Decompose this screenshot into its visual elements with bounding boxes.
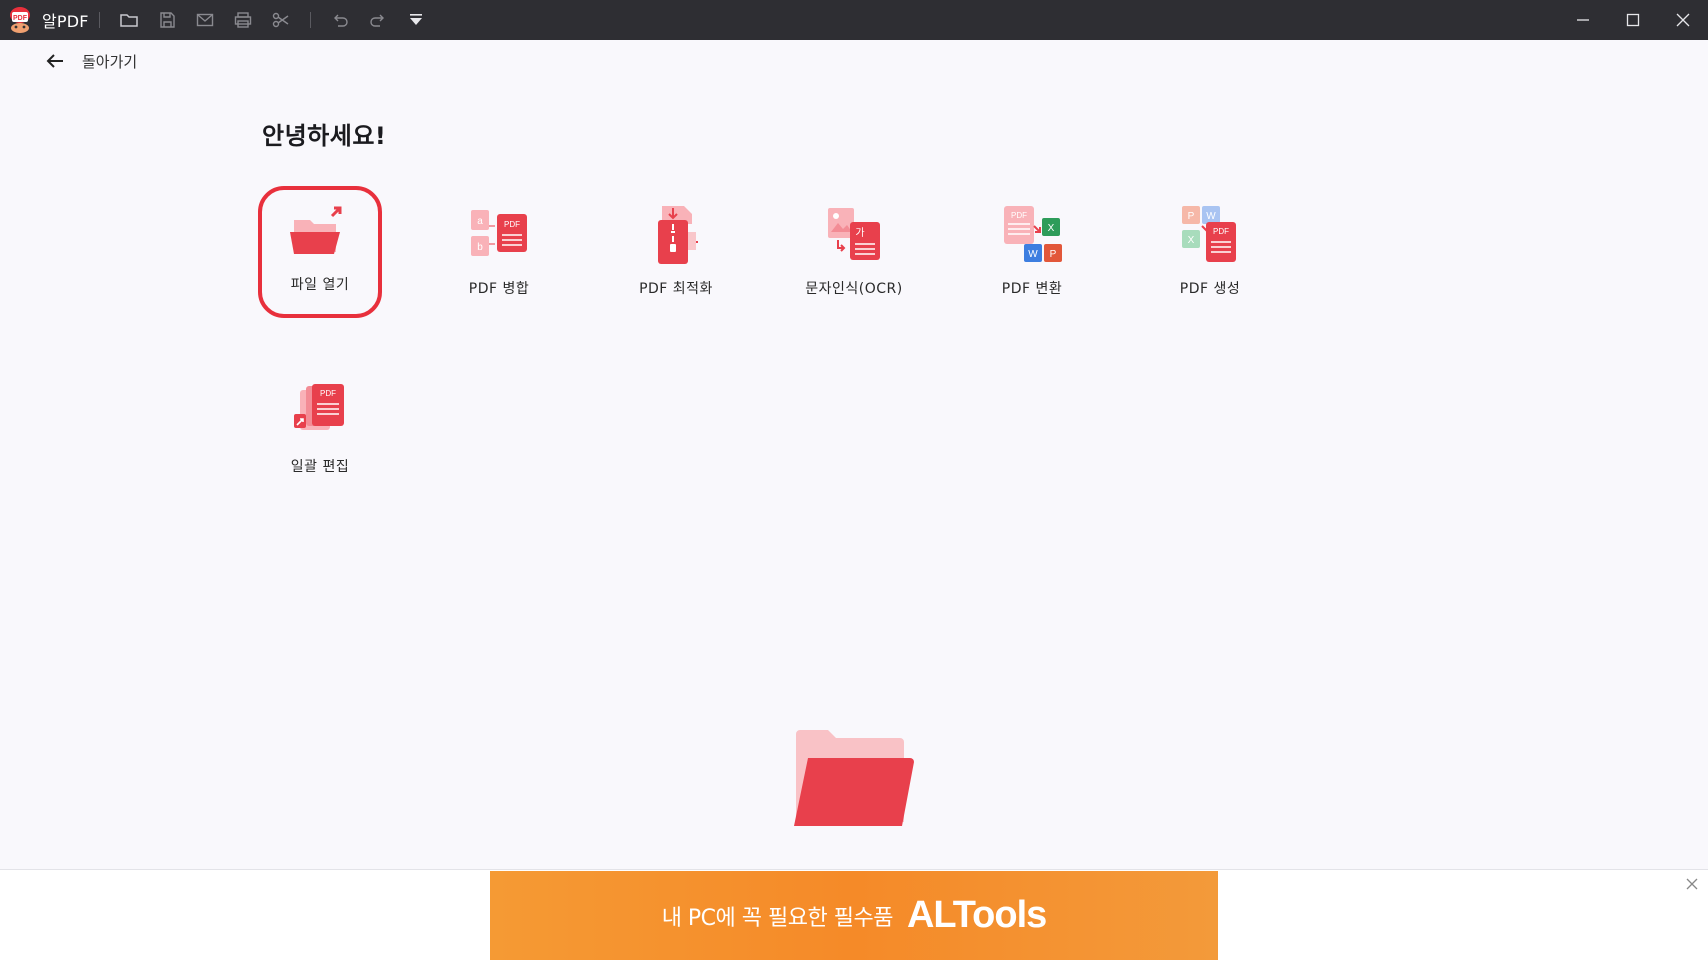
svg-text:PDF: PDF — [504, 220, 520, 229]
ad-brand: ALTools — [906, 894, 1047, 936]
undo-icon — [333, 14, 348, 27]
svg-text:PDF: PDF — [320, 389, 336, 398]
mail-icon — [196, 13, 213, 27]
print-icon — [234, 12, 251, 28]
redo-button[interactable] — [359, 0, 397, 40]
save-button[interactable] — [148, 0, 186, 40]
close-icon — [1686, 878, 1698, 890]
tool-label: PDF 생성 — [1179, 281, 1241, 297]
folder-icon — [119, 14, 138, 27]
ocr-icon: 가 — [828, 208, 880, 260]
tool-pdf-convert[interactable]: PDF X W P PDF 변환 — [970, 190, 1094, 322]
minimize-icon — [1577, 19, 1589, 21]
pdf-convert-icon: PDF X W P — [1004, 206, 1062, 262]
back-label: 돌아가기 — [82, 52, 138, 71]
svg-text:P: P — [1050, 249, 1057, 260]
cut-button[interactable] — [262, 0, 300, 40]
svg-text:PDF: PDF — [1011, 211, 1027, 220]
arrow-left-icon — [46, 54, 63, 68]
save-icon — [160, 12, 175, 28]
redo-icon — [370, 14, 384, 27]
email-button[interactable] — [186, 0, 224, 40]
batch-edit-icon: PDF — [294, 384, 344, 430]
tool-pdf-merge[interactable]: a b PDF PDF 병합 — [437, 190, 561, 322]
svg-text:PDF: PDF — [13, 15, 28, 22]
tool-pdf-create[interactable]: P W X PDF PDF 생성 — [1148, 190, 1272, 322]
svg-text:W: W — [1028, 249, 1038, 260]
pdf-create-icon: P W X PDF — [1182, 206, 1236, 262]
customize-toolbar-button[interactable] — [397, 0, 435, 40]
dropdown-arrow-icon — [409, 14, 422, 25]
scissors-icon — [272, 12, 289, 28]
open-folder-button[interactable] — [110, 0, 148, 40]
back-button[interactable]: 돌아가기 — [44, 48, 137, 74]
tool-label: 일괄 편집 — [290, 459, 350, 475]
tool-label: PDF 최적화 — [639, 281, 713, 297]
svg-text:X: X — [1048, 223, 1055, 234]
svg-text:a: a — [477, 216, 483, 227]
close-button[interactable] — [1658, 0, 1708, 40]
tool-label: 문자인식(OCR) — [805, 281, 903, 297]
pdf-compress-icon — [658, 206, 698, 264]
ad-area: 내 PC에 꼭 필요한 필수품 ALTools — [0, 869, 1708, 960]
page-title: 안녕하세요! — [262, 122, 387, 150]
tool-open-file[interactable]: 파일 열기 — [258, 186, 382, 318]
svg-text:X: X — [1188, 235, 1195, 246]
svg-text:가: 가 — [855, 227, 864, 239]
maximize-button[interactable] — [1608, 0, 1658, 40]
svg-text:P: P — [1188, 211, 1195, 222]
ad-close-button[interactable] — [1682, 874, 1702, 894]
tool-label: 파일 열기 — [290, 277, 350, 293]
tool-pdf-optimize[interactable]: PDF 최적화 — [614, 190, 738, 322]
window-controls — [1558, 0, 1708, 40]
toolbar-divider — [309, 12, 311, 28]
close-icon — [1676, 13, 1690, 27]
tool-label: PDF 병합 — [468, 281, 530, 297]
tool-batch-edit[interactable]: PDF 일괄 편집 — [258, 368, 382, 500]
svg-text:PDF: PDF — [1213, 227, 1229, 236]
app-title: 알PDF — [42, 12, 89, 31]
toolbar-divider — [98, 12, 100, 28]
pdf-merge-icon: a b PDF — [471, 210, 527, 256]
ad-text: 내 PC에 꼭 필요한 필수품 — [661, 905, 894, 931]
tool-ocr[interactable]: 가 문자인식(OCR) — [792, 190, 916, 322]
tool-label: PDF 변환 — [1001, 281, 1063, 297]
ad-banner[interactable]: 내 PC에 꼭 필요한 필수품 ALTools — [490, 871, 1218, 960]
undo-button[interactable] — [321, 0, 359, 40]
title-bar: PDF 알PDF — [0, 0, 1708, 40]
maximize-icon — [1626, 13, 1640, 27]
print-button[interactable] — [224, 0, 262, 40]
folder-illustration-icon — [794, 730, 914, 826]
svg-text:W: W — [1206, 211, 1216, 222]
svg-text:b: b — [477, 242, 483, 253]
app-logo-icon: PDF — [6, 6, 34, 34]
folder-open-icon — [290, 206, 342, 254]
minimize-button[interactable] — [1558, 0, 1608, 40]
